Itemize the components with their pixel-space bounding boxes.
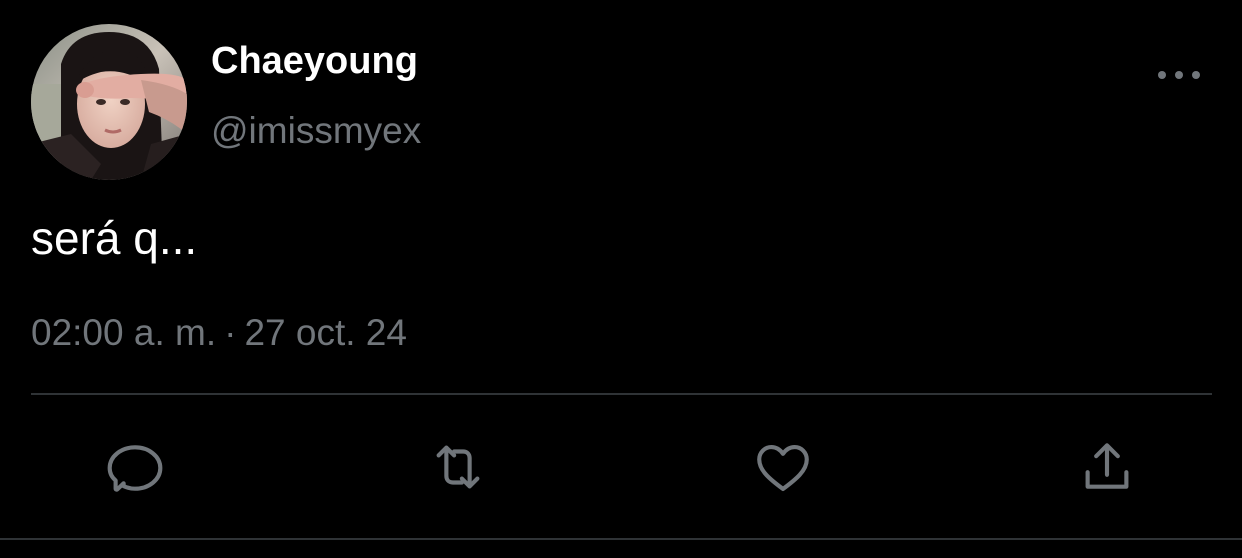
avatar[interactable] [31, 24, 187, 180]
tweet-date: 27 oct. 24 [244, 312, 407, 353]
tweet-detail: Chaeyoung @imissmyex será q... 02:00 a. … [0, 0, 1242, 558]
author-name[interactable]: Chaeyoung [211, 38, 418, 84]
retweet-button[interactable] [425, 434, 491, 500]
divider [0, 538, 1242, 540]
tweet-time: 02:00 a. m. [31, 312, 217, 353]
reply-icon [107, 445, 163, 492]
author-handle[interactable]: @imissmyex [211, 108, 421, 154]
divider [31, 393, 1212, 395]
meta-separator: · [224, 312, 237, 353]
tweet-text: será q... [31, 212, 198, 264]
more-dots-icon [1158, 71, 1200, 79]
share-icon [1085, 443, 1129, 489]
share-button[interactable] [1074, 434, 1140, 500]
like-button[interactable] [750, 434, 816, 500]
more-options-button[interactable] [1152, 55, 1206, 95]
heart-icon [757, 445, 809, 492]
tweet-timestamp[interactable]: 02:00 a. m. · 27 oct. 24 [31, 308, 407, 358]
reply-button[interactable] [102, 434, 168, 500]
avatar-photo [31, 24, 187, 180]
retweet-icon [436, 445, 480, 489]
